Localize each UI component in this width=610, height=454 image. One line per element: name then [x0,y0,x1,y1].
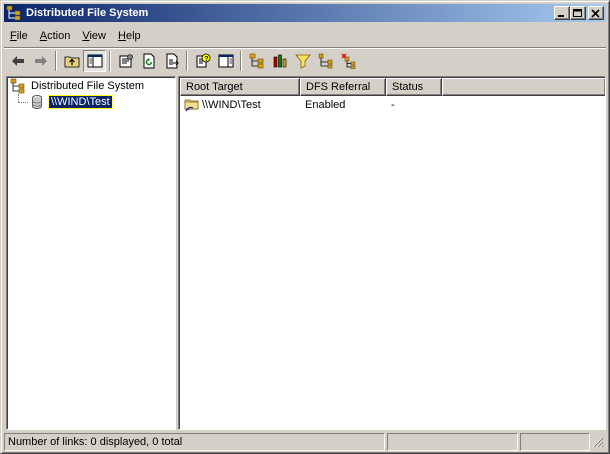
column-header-filler [442,78,605,96]
new-link-icon [318,53,332,69]
toolbar-separator [240,51,242,71]
status-panel-2 [387,433,518,451]
details-list-view[interactable]: Root Target DFS Referral Status \\WIND\T… [178,76,606,430]
toolbar-separator [186,51,188,71]
new-root-icon [249,53,263,69]
toolbar: ? [4,49,606,73]
console-tree[interactable]: Distributed File System \\WIND\Test [6,76,176,430]
caption-buttons [554,6,604,20]
cell-dfs-referral: Enabled [305,99,346,111]
cell-status: - [391,99,395,111]
show-hide-tree-icon [87,54,102,68]
status-panel-3 [520,433,590,451]
minimize-icon [558,15,564,17]
refresh-icon [143,53,154,69]
new-root-button[interactable] [245,50,268,72]
menu-help[interactable]: Help [112,30,147,42]
resize-grip-icon [592,437,604,448]
dfs-tree-icon [6,5,21,21]
dfs-root-cylinder-icon [32,95,42,109]
dfs-tree-icon [10,78,25,94]
maximize-button[interactable] [570,6,586,20]
minimize-button[interactable] [554,6,570,20]
properties-icon [119,54,133,68]
check-status-button[interactable] [268,50,291,72]
cell-root-target: \\WIND\Test [180,97,300,113]
application-window: Distributed File System File Action View… [0,0,610,454]
column-header-status[interactable]: Status [386,78,442,96]
menu-bar: File Action View Help [4,25,606,47]
tree-child-node[interactable]: \\WIND\Test [29,94,113,110]
up-one-level-button[interactable] [60,50,83,72]
show-hide-action-pane-icon [218,54,233,68]
tree-connector [18,94,19,102]
tree-root-label: Distributed File System [31,80,145,92]
properties-button[interactable] [114,50,137,72]
toolbar-separator [109,51,111,71]
show-hide-action-pane-button[interactable] [214,50,237,72]
filter-button[interactable] [291,50,314,72]
window-title: Distributed File System [26,7,149,19]
show-hide-console-tree-button[interactable] [83,50,106,72]
help-icon: ? [196,53,210,68]
delete-link-button[interactable] [337,50,360,72]
column-header-dfs-referral[interactable]: DFS Referral [300,78,386,96]
list-item[interactable]: \\WIND\Test Enabled - [180,96,605,114]
filter-icon [294,54,311,69]
status-text: Number of links: 0 displayed, 0 total [4,433,385,451]
forward-arrow-icon [34,56,47,66]
status-bar: Number of links: 0 displayed, 0 total [4,433,606,451]
back-arrow-icon [11,56,24,66]
export-list-icon [166,53,179,69]
menu-file[interactable]: File [4,30,34,42]
export-list-button[interactable] [160,50,183,72]
toolbar-separator [55,51,57,71]
up-folder-icon [64,56,79,68]
shared-folder-icon [184,99,199,112]
maximize-icon [573,9,582,17]
menu-action[interactable]: Action [34,30,77,42]
refresh-button[interactable] [137,50,160,72]
help-button[interactable]: ? [191,50,214,72]
new-link-button[interactable] [314,50,337,72]
resize-grip[interactable] [590,433,604,449]
column-header-root-target[interactable]: Root Target [180,78,300,96]
tree-connector [18,102,28,103]
close-button[interactable] [588,6,604,20]
close-icon [591,9,600,18]
check-status-icon [273,54,286,68]
tree-child-label: \\WIND\Test [48,95,113,109]
menu-view[interactable]: View [76,30,112,42]
root-target-text: \\WIND\Test [202,99,261,111]
title-bar[interactable]: Distributed File System [4,4,606,22]
tree-root-node[interactable]: Distributed File System [10,78,146,94]
delete-link-icon [341,53,355,69]
column-headers: Root Target DFS Referral Status [180,78,605,96]
forward-button[interactable] [29,50,52,72]
svg-text:?: ? [204,56,208,63]
back-button[interactable] [6,50,29,72]
